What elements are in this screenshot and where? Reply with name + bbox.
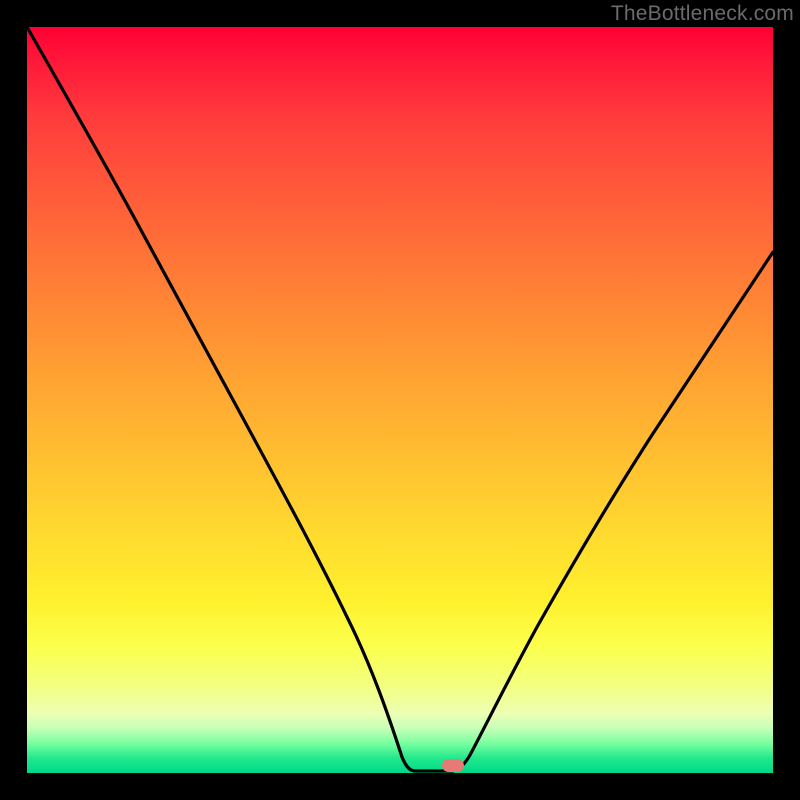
bottleneck-curve-path (27, 27, 773, 771)
chart-frame: TheBottleneck.com (0, 0, 800, 800)
plot-area (27, 27, 773, 773)
curve-svg (27, 27, 773, 773)
watermark-text: TheBottleneck.com (611, 2, 794, 26)
optimal-marker (442, 759, 464, 772)
